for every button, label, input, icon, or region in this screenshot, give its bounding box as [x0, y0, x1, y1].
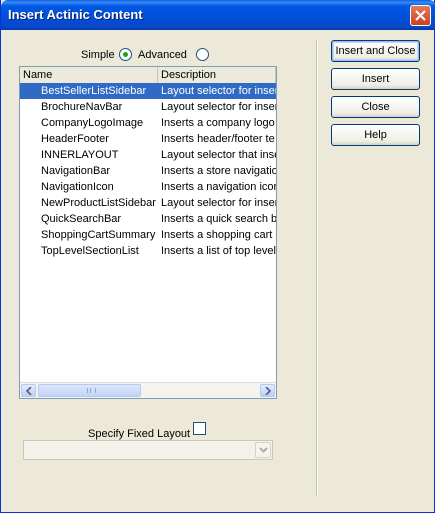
list-item-name: TopLevelSectionList	[41, 245, 139, 257]
list-item-name: QuickSearchBar	[41, 213, 122, 225]
list-item[interactable]: CompanyLogoImage Inserts a company logo	[20, 115, 276, 131]
list-item-description: Inserts a shopping cart s	[161, 229, 276, 241]
list-item-name: INNERLAYOUT	[41, 149, 119, 161]
scroll-left-button[interactable]	[21, 384, 36, 397]
dialog-window: Insert Actinic Content Simple Advanced N…	[0, 0, 435, 513]
simple-radio[interactable]	[119, 48, 132, 61]
list-item[interactable]: NavigationBar Inserts a store navigatio	[20, 163, 276, 179]
close-x-icon	[415, 10, 426, 21]
arrow-left-icon	[26, 387, 32, 395]
list-item[interactable]: BestSellerListSidebar Layout selector for…	[20, 83, 276, 99]
close-window-button[interactable]	[410, 5, 431, 26]
scroll-right-button[interactable]	[260, 384, 275, 397]
dialog-client: Simple Advanced Name Description BestSel…	[5, 30, 430, 508]
grip-icon	[87, 388, 96, 393]
list-item-description: Layout selector that inse	[161, 149, 276, 161]
radio-dot-icon	[123, 52, 128, 57]
close-button[interactable]: Close	[331, 96, 420, 118]
advanced-radio[interactable]	[196, 48, 209, 61]
list-item-description: Layout selector for inser	[161, 197, 276, 209]
column-header-description[interactable]: Description	[158, 67, 276, 83]
list-header: Name Description	[20, 67, 276, 84]
content-list[interactable]: Name Description BestSellerListSidebar La…	[19, 66, 277, 399]
list-item-name: BestSellerListSidebar	[41, 85, 147, 97]
fixed-layout-label: Specify Fixed Layout	[88, 428, 191, 440]
help-button[interactable]: Help	[331, 124, 420, 146]
list-item-name: NavigationBar	[41, 165, 111, 177]
column-header-name[interactable]: Name	[20, 67, 158, 83]
list-item[interactable]: BrochureNavBar Layout selector for inser	[20, 99, 276, 115]
insert-button[interactable]: Insert	[331, 68, 420, 90]
list-item-name: NewProductListSidebar	[41, 197, 156, 209]
list-item-name: NavigationIcon	[41, 181, 114, 193]
scroll-thumb[interactable]	[38, 384, 141, 397]
window-title: Insert Actinic Content	[8, 7, 143, 22]
list-item-name: CompanyLogoImage	[41, 117, 144, 129]
list-item[interactable]: NewProductListSidebar Layout selector for…	[20, 195, 276, 211]
list-item-name: BrochureNavBar	[41, 101, 123, 113]
list-item-description: Inserts header/footer te	[161, 133, 275, 145]
list-item[interactable]: TopLevelSectionList Inserts a list of top…	[20, 243, 276, 259]
list-item[interactable]: INNERLAYOUT Layout selector that inse	[20, 147, 276, 163]
vertical-separator	[316, 40, 318, 496]
arrow-right-icon	[265, 387, 271, 395]
insert-and-close-button[interactable]: Insert and Close	[331, 40, 420, 62]
title-bar[interactable]: Insert Actinic Content	[1, 0, 435, 30]
fixed-layout-select[interactable]	[23, 440, 273, 460]
list-item-description: Inserts a navigation icor	[161, 181, 276, 193]
horizontal-scrollbar[interactable]	[20, 382, 276, 398]
chevron-down-icon	[259, 447, 268, 453]
list-item-description: Inserts a quick search ba	[161, 213, 276, 225]
list-item-description: Inserts a store navigatio	[161, 165, 276, 177]
list-item[interactable]: ShoppingCartSummary Inserts a shopping ca…	[20, 227, 276, 243]
list-item-description: Inserts a list of top level	[161, 245, 276, 257]
list-item[interactable]: NavigationIcon Inserts a navigation icor	[20, 179, 276, 195]
fixed-layout-checkbox[interactable]	[193, 422, 206, 435]
dropdown-button[interactable]	[255, 442, 271, 458]
simple-label: Simple	[81, 49, 115, 61]
list-item-description: Layout selector for inser	[161, 85, 276, 97]
list-item[interactable]: QuickSearchBar Inserts a quick search ba	[20, 211, 276, 227]
advanced-label: Advanced	[138, 49, 187, 61]
list-item[interactable]: HeaderFooter Inserts header/footer te	[20, 131, 276, 147]
list-item-name: ShoppingCartSummary	[41, 229, 156, 241]
list-item-description: Layout selector for inser	[161, 101, 276, 113]
list-item-description: Inserts a company logo	[161, 117, 275, 129]
list-item-name: HeaderFooter	[41, 133, 109, 145]
